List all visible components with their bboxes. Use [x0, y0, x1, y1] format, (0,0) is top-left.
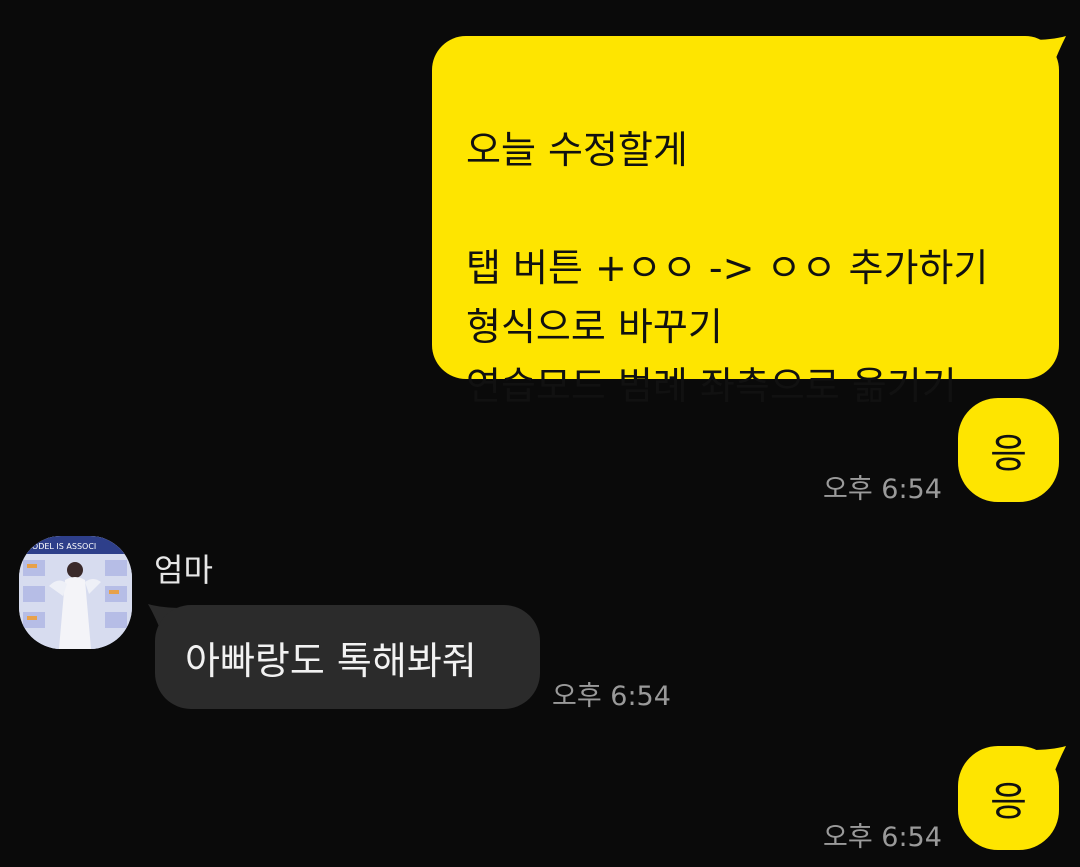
message-text: 응 [990, 779, 1027, 825]
avatar[interactable]: MODEL IS ASSOCI [19, 536, 132, 649]
chat-room: 오늘 수정할게 탭 버튼 +ㅇㅇ -> ㅇㅇ 추가하기 형식으로 바꾸기 연습모… [0, 0, 1080, 867]
outgoing-message-bubble[interactable]: 응 [958, 746, 1059, 850]
outgoing-message-bubble[interactable]: 오늘 수정할게 탭 버튼 +ㅇㅇ -> ㅇㅇ 추가하기 형식으로 바꾸기 연습모… [432, 36, 1059, 408]
message-time: 오후 6:54 [823, 474, 942, 505]
message-text: 응 [990, 431, 1027, 477]
message-time: 오후 6:54 [552, 681, 671, 712]
incoming-message-bubble[interactable]: 아빠랑도 톡해봐줘 [155, 605, 540, 709]
message-text: 오늘 수정할게 탭 버튼 +ㅇㅇ -> ㅇㅇ 추가하기 형식으로 바꾸기 연습모… [466, 128, 989, 408]
outgoing-message-bubble[interactable]: 응 [958, 398, 1059, 502]
avatar-photo: MODEL IS ASSOCI [19, 536, 132, 649]
message-time: 오후 6:54 [823, 822, 942, 853]
sender-name: 엄마 [154, 551, 213, 589]
message-text: 아빠랑도 톡해봐줘 [185, 638, 477, 683]
avatar-photo-caption: MODEL IS ASSOCI [25, 542, 96, 551]
